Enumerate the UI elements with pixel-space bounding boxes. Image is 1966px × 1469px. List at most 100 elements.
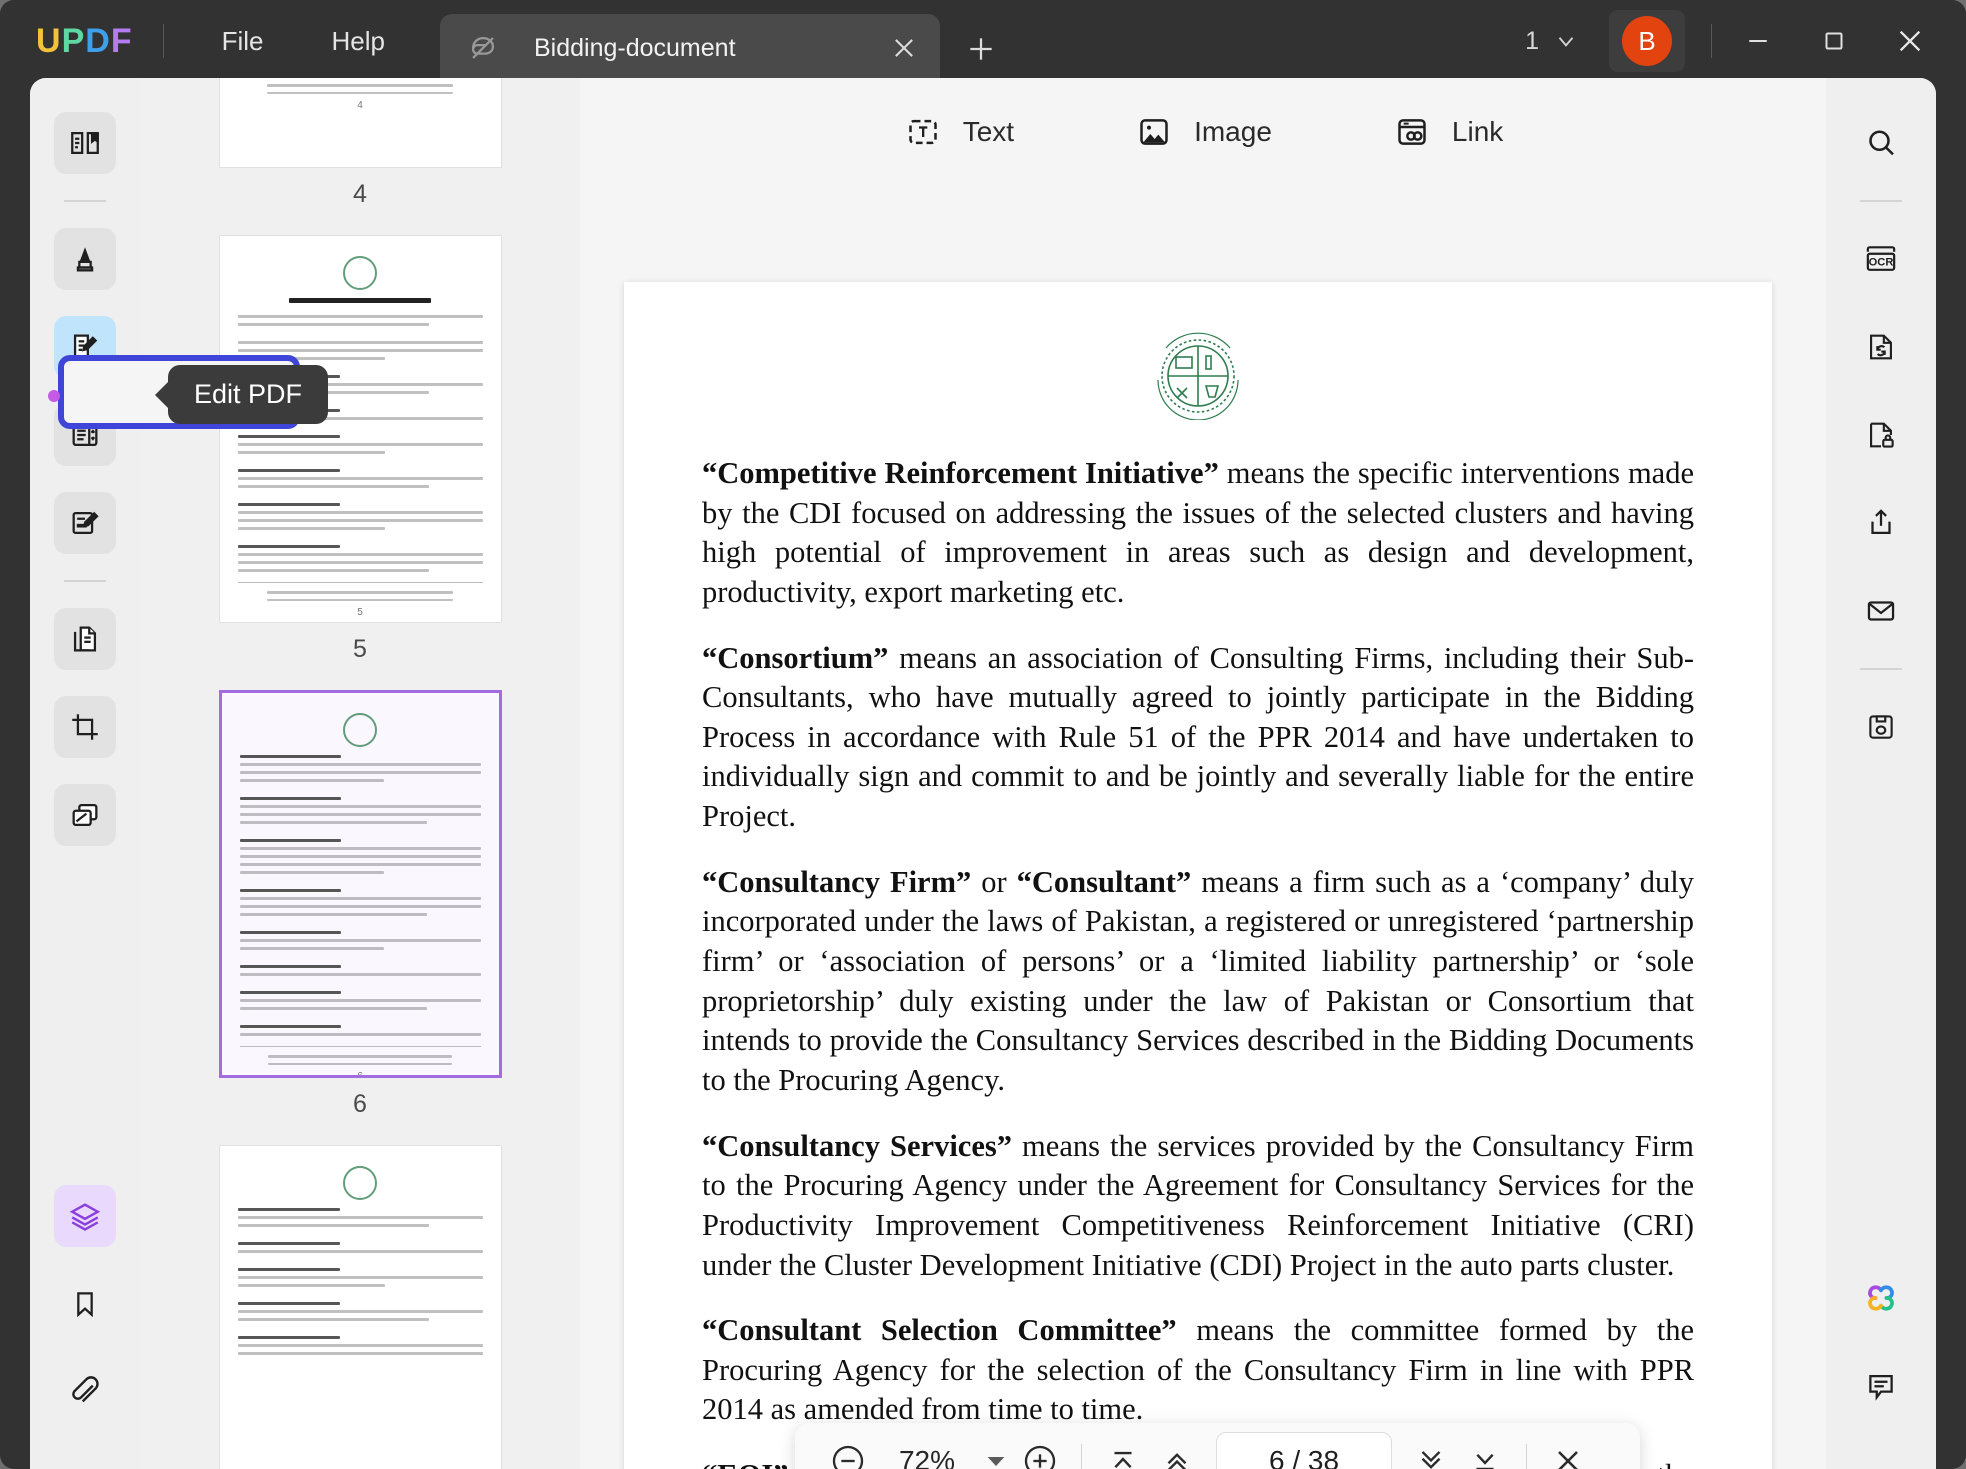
sidebar-item-share[interactable] [1850, 492, 1912, 554]
last-page-button[interactable] [1458, 1434, 1512, 1469]
tool-link-label: Link [1451, 116, 1504, 147]
zoom-out-button[interactable] [821, 1434, 875, 1469]
sidebar-item-attachments-panel[interactable] [54, 1361, 116, 1423]
bookmark-icon [69, 1288, 101, 1320]
right-rail-divider-1 [1860, 200, 1902, 202]
sidebar-item-ai-assistant[interactable] [1850, 1267, 1912, 1329]
definition-term-alt: “Consultant” [1016, 864, 1192, 899]
logo-letter-p: P [61, 21, 86, 60]
sidebar-item-protect[interactable] [1850, 404, 1912, 466]
sidebar-item-reader[interactable] [54, 112, 116, 174]
thumbnail-sheet-selected: 6 [218, 690, 502, 1078]
new-tab-plus-icon[interactable] [960, 28, 1002, 70]
layers-icon [68, 1199, 102, 1233]
document-tab[interactable]: Bidding-document [440, 14, 940, 82]
stacked-pages-icon [68, 798, 102, 832]
tool-link[interactable]: Link [1392, 112, 1503, 152]
minimize-icon[interactable] [1728, 11, 1788, 71]
sidebar-item-compress[interactable] [54, 784, 116, 846]
image-icon [1134, 112, 1174, 152]
sidebar-item-bookmarks-panel[interactable] [54, 1273, 116, 1335]
chevron-down-icon[interactable] [1553, 28, 1579, 54]
page-lock-icon [1864, 418, 1898, 452]
thumbnail-page-footer-number: 4 [357, 100, 363, 111]
maximize-icon[interactable] [1804, 11, 1864, 71]
definition-term: “Consultant Selection Committee” [702, 1313, 1177, 1348]
next-page-button[interactable] [1404, 1434, 1458, 1469]
pdf-page[interactable]: “Competitive Reinforcement Initiative” m… [624, 282, 1772, 1469]
thumbnail-label: 4 [353, 180, 367, 208]
updf-logo: UPDF [36, 22, 133, 61]
form-sign-icon [68, 506, 102, 540]
previous-page-button[interactable] [1150, 1434, 1204, 1469]
ocr-icon: OCR [1862, 242, 1900, 276]
tool-image[interactable]: Image [1134, 112, 1272, 152]
edit-pdf-tooltip: Edit PDF [168, 365, 329, 424]
close-navbar-button[interactable] [1541, 1434, 1595, 1469]
definition-paragraph: “Consultancy Services” means the service… [702, 1127, 1694, 1286]
sidebar-item-search[interactable] [1850, 112, 1912, 174]
sidebar-item-ocr[interactable]: OCR [1850, 228, 1912, 290]
window-controls-group: 1 B [1525, 0, 1966, 82]
sidebar-item-fill-and-sign[interactable] [54, 492, 116, 554]
thumbnail-section-heading [288, 298, 432, 303]
sidebar-item-thumbnails-panel[interactable] [54, 1185, 116, 1247]
app-body: Edit PDF 4 4 5 5 6 6 Text Image Link “Co… [30, 78, 1936, 1469]
logo-letter-d: D [85, 21, 111, 60]
plus-circle-icon [1020, 1441, 1060, 1469]
link-icon [1392, 112, 1432, 152]
svg-text:OCR: OCR [1869, 257, 1894, 269]
search-icon [1863, 125, 1899, 161]
thumbnail-page-7[interactable]: 7 [140, 1145, 580, 1469]
caret-down-icon[interactable] [979, 1444, 1013, 1469]
close-window-icon[interactable] [1880, 11, 1940, 71]
sidebar-item-convert-pdf[interactable] [1850, 316, 1912, 378]
definition-paragraph: “Consortium” means an association of Con… [702, 639, 1694, 837]
definition-body: means a firm such as a ‘company’ duly in… [702, 864, 1695, 1097]
first-page-button[interactable] [1096, 1434, 1150, 1469]
zoom-level-value[interactable]: 72% [875, 1445, 979, 1469]
tab-close-icon[interactable] [884, 28, 924, 68]
sidebar-item-save-as[interactable] [1850, 696, 1912, 758]
updf-application-window: UPDF File Help Bidding-document 1 B Edit… [0, 0, 1966, 1469]
sidebar-item-annotate[interactable] [54, 228, 116, 290]
navbar-divider-2 [1526, 1444, 1527, 1469]
thumbnail-sheet: 4 [218, 78, 502, 168]
thumbnail-sheet [218, 1145, 502, 1469]
sidebar-item-email[interactable] [1850, 580, 1912, 642]
right-rail-divider-2 [1860, 668, 1902, 670]
account-button[interactable]: B [1609, 10, 1685, 72]
sidebar-item-convert[interactable] [54, 608, 116, 670]
thumbnail-page-4[interactable]: 4 4 [140, 78, 580, 209]
tab-title: Bidding-document [534, 33, 736, 62]
thumbnail-page-6[interactable]: 6 6 [140, 690, 580, 1119]
definition-paragraph: “Competitive Reinforcement Initiative” m… [702, 454, 1694, 613]
page-navigation-bar: 72% 6 / 38 [795, 1423, 1640, 1469]
zoom-in-button[interactable] [1013, 1434, 1067, 1469]
sidebar-item-crop[interactable] [54, 696, 116, 758]
tool-image-label: Image [1194, 116, 1272, 147]
window-controls-divider [1711, 24, 1712, 58]
tool-text[interactable]: Text [903, 112, 1014, 152]
thumbnail-page-footer-number: 5 [357, 607, 363, 618]
next-page-icon [1414, 1444, 1448, 1469]
menu-file[interactable]: File [212, 26, 274, 57]
sidebar-item-comments[interactable] [1850, 1355, 1912, 1417]
last-page-icon [1468, 1444, 1502, 1469]
close-icon [1550, 1443, 1586, 1469]
thumbnail-page-footer-number: 6 [357, 1071, 363, 1078]
first-page-icon [1106, 1444, 1140, 1469]
tool-text-label: Text [962, 116, 1015, 147]
thumbnail-page-5[interactable]: 5 5 [140, 235, 580, 664]
edit-pdf-highlight-dot [48, 390, 60, 402]
thumbnail-sheet: 5 [218, 235, 502, 623]
comment-bubble-icon [1864, 1369, 1898, 1403]
page-refresh-icon [1864, 330, 1898, 364]
psic-crest-icon [1144, 326, 1252, 420]
page-indicator-input[interactable]: 6 / 38 [1216, 1432, 1392, 1469]
minus-circle-icon [828, 1441, 868, 1469]
menu-help[interactable]: Help [322, 26, 395, 57]
thumbnail-panel[interactable]: 4 4 5 5 6 6 [140, 78, 580, 1469]
paperclip-icon [68, 1375, 102, 1409]
document-viewer[interactable]: “Competitive Reinforcement Initiative” m… [580, 186, 1826, 1469]
